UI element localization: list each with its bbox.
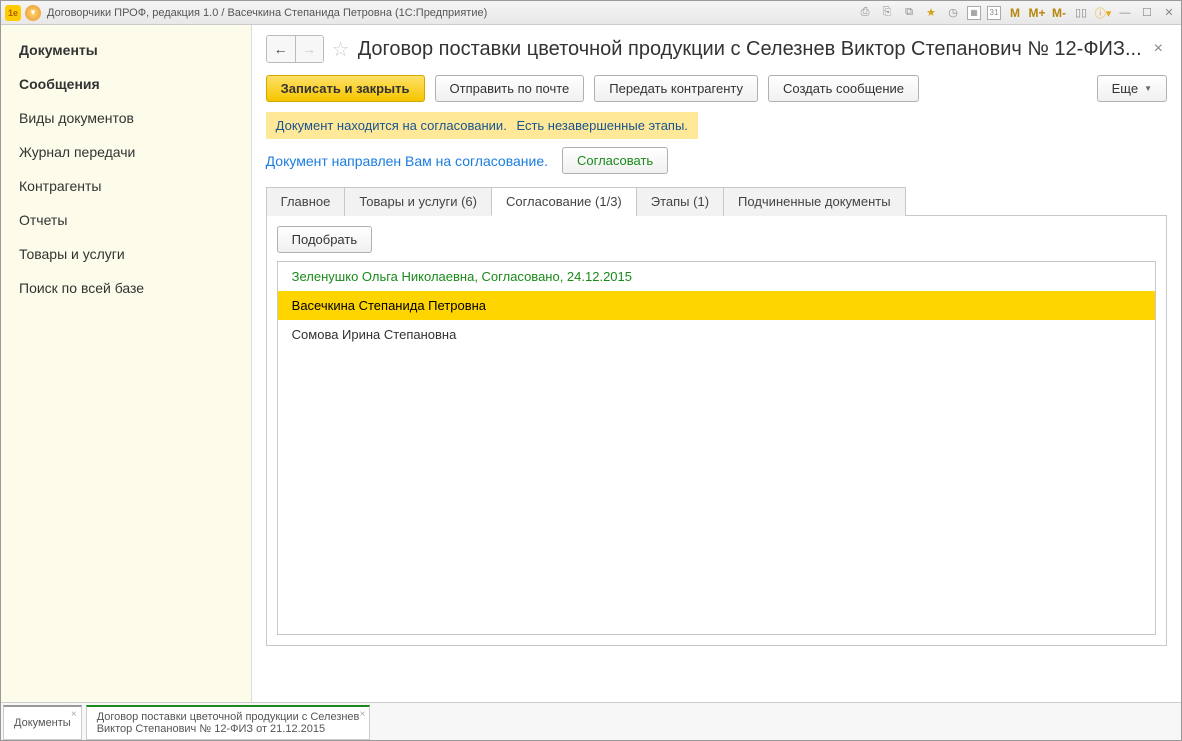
bottom-tab-label: Документы — [14, 717, 71, 729]
document-title: Договор поставки цветочной продукции с С… — [358, 38, 1142, 61]
tab-toolbar: Подобрать — [277, 226, 1156, 253]
sidebar-item-doc-types[interactable]: Виды документов — [1, 101, 251, 135]
sidebar: Документы Сообщения Виды документов Журн… — [1, 25, 252, 702]
back-button[interactable]: ← — [267, 36, 295, 62]
favorite-icon[interactable]: ★ — [923, 5, 939, 21]
info-icon[interactable]: ⓘ▾ — [1095, 5, 1111, 21]
status-banner: Документ находится на согласовании. Есть… — [266, 112, 698, 139]
close-icon[interactable]: × — [360, 709, 366, 720]
calculator-icon[interactable]: ▦ — [967, 6, 981, 20]
document-toolbar: Записать и закрыть Отправить по почте Пе… — [266, 75, 1167, 102]
pick-button[interactable]: Подобрать — [277, 226, 372, 253]
panels-icon[interactable]: ▯▯ — [1073, 5, 1089, 21]
mminus-button[interactable]: M- — [1051, 5, 1067, 21]
history-icon[interactable]: ◷ — [945, 5, 961, 21]
tab-subdocs[interactable]: Подчиненные документы — [723, 187, 906, 216]
titlebar: 1e ▾ Договорчики ПРОФ, редакция 1.0 / Ва… — [1, 1, 1181, 25]
star-icon[interactable]: ☆ — [332, 37, 350, 62]
status-text-2: Есть незавершенные этапы. — [516, 118, 687, 133]
tab-main[interactable]: Главное — [266, 187, 346, 216]
system-icons: ⎙ ⎘ ⧉ ★ ◷ ▦ 31 M M+ M- ▯▯ ⓘ▾ — ☐ ✕ — [857, 5, 1177, 21]
calendar-icon[interactable]: 31 — [987, 6, 1001, 20]
sidebar-item-messages[interactable]: Сообщения — [1, 67, 251, 101]
create-message-button[interactable]: Создать сообщение — [768, 75, 919, 102]
minimize-icon[interactable]: — — [1117, 5, 1133, 21]
sidebar-item-transfer-log[interactable]: Журнал передачи — [1, 135, 251, 169]
print-icon[interactable]: ⎙ — [857, 5, 873, 21]
tabs: Главное Товары и услуги (6) Согласование… — [266, 186, 1167, 216]
window-title: Договорчики ПРОФ, редакция 1.0 / Васечки… — [47, 7, 857, 19]
list-item[interactable]: Сомова Ирина Степановна — [278, 320, 1155, 349]
content-area: ← → ☆ Договор поставки цветочной продукц… — [252, 25, 1181, 702]
bottom-tabs: Документы × Договор поставки цветочной п… — [1, 702, 1181, 740]
mplus-button[interactable]: M+ — [1029, 5, 1045, 21]
tab-content: Подобрать Зеленушко Ольга Николаевна, Со… — [266, 216, 1167, 646]
approval-list[interactable]: Зеленушко Ольга Николаевна, Согласовано,… — [277, 261, 1156, 635]
nav-buttons: ← → — [266, 35, 324, 63]
sidebar-item-documents[interactable]: Документы — [1, 33, 251, 67]
maximize-icon[interactable]: ☐ — [1139, 5, 1155, 21]
bottom-tab-contract[interactable]: Договор поставки цветочной продукции с С… — [86, 705, 371, 740]
sidebar-item-reports[interactable]: Отчеты — [1, 203, 251, 237]
close-icon[interactable]: × — [71, 709, 77, 720]
m-button[interactable]: M — [1007, 5, 1023, 21]
tab-stages[interactable]: Этапы (1) — [636, 187, 724, 216]
more-label: Еще — [1112, 81, 1138, 96]
list-item[interactable]: Васечкина Степанида Петровна — [278, 291, 1155, 320]
save-close-button[interactable]: Записать и закрыть — [266, 75, 425, 102]
close-window-icon[interactable]: ✕ — [1161, 5, 1177, 21]
sidebar-item-goods[interactable]: Товары и услуги — [1, 237, 251, 271]
approval-message: Документ направлен Вам на согласование. — [266, 153, 548, 169]
app-icon: 1e — [5, 5, 21, 21]
bottom-tab-line1: Договор поставки цветочной продукции с С… — [97, 711, 360, 723]
close-document-icon[interactable]: × — [1150, 40, 1167, 58]
status-text-1: Документ находится на согласовании. — [276, 118, 507, 133]
send-mail-button[interactable]: Отправить по почте — [435, 75, 585, 102]
bottom-tab-line2: Виктор Степанович № 12-ФИЗ от 21.12.2015 — [97, 723, 360, 735]
approval-row: Документ направлен Вам на согласование. … — [266, 147, 1167, 174]
tab-approval[interactable]: Согласование (1/3) — [491, 187, 637, 216]
link-icon[interactable]: ⎘ — [879, 5, 895, 21]
approve-button[interactable]: Согласовать — [562, 147, 668, 174]
forward-button[interactable]: → — [295, 36, 323, 62]
sidebar-item-global-search[interactable]: Поиск по всей базе — [1, 271, 251, 305]
tab-goods[interactable]: Товары и услуги (6) — [344, 187, 492, 216]
copy-icon[interactable]: ⧉ — [901, 5, 917, 21]
app-menu-dropdown[interactable]: ▾ — [25, 5, 41, 21]
list-item[interactable]: Зеленушко Ольга Николаевна, Согласовано,… — [278, 262, 1155, 291]
send-counterparty-button[interactable]: Передать контрагенту — [594, 75, 758, 102]
more-button[interactable]: Еще — [1097, 75, 1167, 102]
sidebar-item-counterparties[interactable]: Контрагенты — [1, 169, 251, 203]
bottom-tab-documents[interactable]: Документы × — [3, 705, 82, 740]
